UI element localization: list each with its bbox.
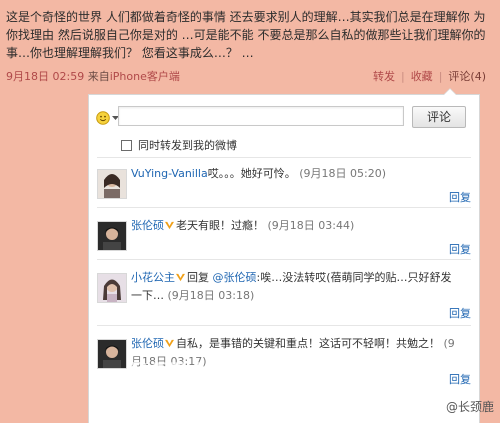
comment-username[interactable]: 小花公主	[131, 271, 175, 284]
post-text: 这是个奇怪的世界 人们都做着奇怪的事情 还去要求别人的理解…其实我们总是在理解你…	[6, 10, 486, 60]
watermark-user: @长颈鹿	[445, 400, 494, 414]
emoji-button[interactable]	[96, 110, 119, 126]
post-source-prefix: 来自	[87, 70, 110, 83]
comment-date: (9月18日 05:20)	[299, 167, 386, 180]
reply-link[interactable]: 回复	[449, 241, 471, 257]
comment-content: 自私，是事错的关键和重点！这话可不轻啊！共勉之！	[176, 337, 440, 350]
verified-badge-icon	[165, 221, 174, 230]
divider	[97, 207, 471, 208]
forward-checkbox[interactable]	[121, 139, 132, 151]
panel-arrow	[443, 88, 457, 95]
reply-link[interactable]: 回复	[449, 371, 471, 387]
comment-button[interactable]: 评论(4)	[448, 70, 486, 83]
comment-mention[interactable]: @张伦硕	[213, 271, 257, 284]
watermark-text: 女性	[296, 384, 349, 414]
avatar[interactable]	[97, 339, 127, 369]
divider	[97, 259, 471, 260]
reply-link[interactable]: 回复	[449, 189, 471, 205]
reply-link[interactable]: 回复	[449, 305, 471, 321]
comment-text: 张伦硕 老天有眼！过瘾！ (9月18日 03:44)	[131, 217, 459, 235]
comment-reply-prefix: 回复	[187, 271, 209, 284]
post-actions: 转发 | 收藏 | 评论(4)	[373, 69, 486, 85]
post-time[interactable]: 9月18日 02:59	[6, 70, 84, 83]
watermark-logo: SHANGC.NET	[124, 356, 414, 398]
avatar-image	[98, 340, 126, 368]
verified-badge-icon	[176, 273, 185, 282]
avatar[interactable]	[97, 221, 127, 251]
post-source-app[interactable]: iPhone客户端	[110, 70, 180, 83]
favorite-button[interactable]: 收藏	[411, 70, 433, 83]
separator: |	[400, 70, 405, 83]
comment-username[interactable]: 张伦硕	[131, 219, 164, 232]
emoji-icon	[96, 111, 110, 125]
submit-comment-button[interactable]: 评论	[412, 106, 466, 128]
comment-date: (9月18日 03:18)	[167, 289, 255, 302]
post-meta: 9月18日 02:59 来自iPhone客户端 转发 | 收藏 | 评论(4)	[6, 69, 494, 85]
comment-text: 小花公主 回复 @张伦硕:唉…没法转哎(蓓萌同学的贴…只好舒发一下… (9月18日…	[131, 269, 459, 305]
divider	[97, 157, 471, 158]
forward-option: 同时转发到我的微博	[121, 137, 237, 153]
comment-input[interactable]	[118, 106, 404, 126]
avatar-image	[98, 170, 126, 198]
comment-content: 老天有眼！过瘾！	[176, 219, 264, 232]
comment-username[interactable]: VuYing-Vanilla	[131, 167, 208, 180]
avatar-image	[98, 274, 126, 302]
avatar[interactable]	[97, 273, 127, 303]
avatar-image	[98, 222, 126, 250]
divider	[97, 325, 471, 326]
verified-badge-icon	[165, 339, 174, 348]
post-source: 来自iPhone客户端	[88, 70, 180, 83]
comment-date: (9月18日 03:44)	[267, 219, 355, 232]
forward-button[interactable]: 转发	[373, 70, 395, 83]
comment-username[interactable]: 张伦硕	[131, 337, 164, 350]
avatar[interactable]	[97, 169, 127, 199]
comment-content: 哎。。。她好可怜。	[207, 167, 296, 180]
forward-label: 同时转发到我的微博	[138, 139, 237, 152]
comment-text: VuYing-Vanilla哎。。。她好可怜。 (9月18日 05:20)	[131, 165, 459, 183]
separator: |	[438, 70, 443, 83]
